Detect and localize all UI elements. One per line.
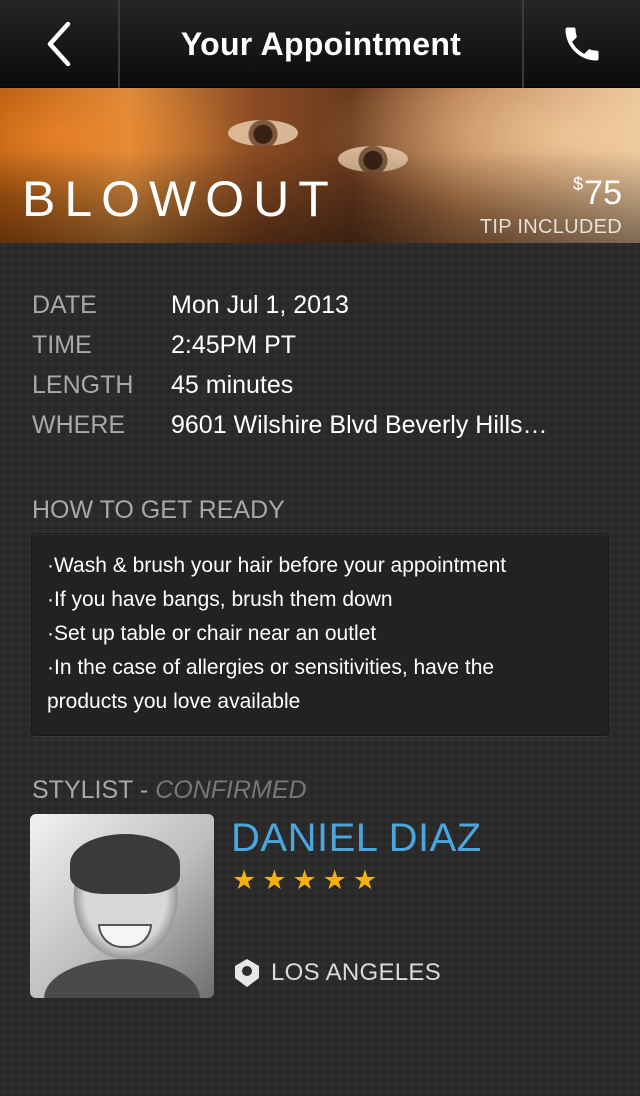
service-price: $75 xyxy=(573,174,622,213)
chevron-left-icon xyxy=(47,21,71,67)
detail-row-where[interactable]: WHERE 9601 Wilshire Blvd Beverly Hills… xyxy=(32,405,612,445)
service-name: BLOWOUT xyxy=(22,171,338,227)
price-currency: $ xyxy=(573,174,584,194)
address-link[interactable]: 9601 Wilshire Blvd Beverly Hills… xyxy=(171,411,548,440)
instruction-line: ·If you have bangs, brush them down xyxy=(47,588,393,611)
detail-row-length: LENGTH 45 minutes xyxy=(32,365,612,405)
avatar-detail xyxy=(98,924,152,948)
detail-value: Mon Jul 1, 2013 xyxy=(171,290,349,319)
star-icon: ★ xyxy=(352,865,378,895)
instruction-line: products you love available xyxy=(47,690,301,713)
get-ready-heading: HOW TO GET READY xyxy=(32,496,285,524)
detail-label: TIME xyxy=(32,330,92,359)
get-ready-box: ·Wash & brush your hair before your appo… xyxy=(31,533,609,736)
star-icon: ★ xyxy=(322,865,347,895)
instruction-line: ·Wash & brush your hair before your appo… xyxy=(47,554,507,577)
stylist-avatar[interactable] xyxy=(30,814,214,998)
page-title: Your Appointment xyxy=(180,25,462,62)
detail-row-time: TIME 2:45PM PT xyxy=(32,325,612,365)
detail-value: 2:45PM PT xyxy=(171,330,297,359)
detail-label: WHERE xyxy=(32,410,126,439)
stylist-location: LOS ANGELES xyxy=(233,958,441,988)
map-pin-icon xyxy=(235,959,259,987)
phone-icon xyxy=(565,27,599,61)
stylist-heading-label: STYLIST - xyxy=(32,776,156,804)
star-icon: ★ xyxy=(232,865,257,895)
instruction-line: ·In the case of allergies or sensitiviti… xyxy=(47,656,495,679)
back-button[interactable] xyxy=(0,0,120,88)
star-icon: ★ xyxy=(292,865,317,895)
service-banner: BLOWOUT $75 TIP INCLUDED xyxy=(0,88,640,243)
detail-row-date: DATE Mon Jul 1, 2013 xyxy=(32,285,612,325)
stylist-status: CONFIRMED xyxy=(155,776,307,804)
star-icon: ★ xyxy=(262,865,287,895)
tip-note: TIP INCLUDED xyxy=(479,216,622,238)
stylist-rating: ★ ★ ★ ★ ★ xyxy=(232,866,377,894)
location-label: LOS ANGELES xyxy=(271,959,442,986)
call-button[interactable] xyxy=(522,0,640,88)
instruction-line: ·Set up table or chair near an outlet xyxy=(47,622,377,645)
nav-bar: Your Appointment xyxy=(0,0,640,88)
detail-label: LENGTH xyxy=(32,370,134,399)
price-amount: 75 xyxy=(584,174,622,212)
detail-value: 45 minutes xyxy=(171,370,294,399)
detail-label: DATE xyxy=(32,290,97,319)
avatar-detail xyxy=(70,834,180,894)
stylist-name[interactable]: DANIEL DIAZ xyxy=(231,816,482,861)
stylist-heading: STYLIST - CONFIRMED xyxy=(32,776,307,805)
appointment-details: DATE Mon Jul 1, 2013 TIME 2:45PM PT LENG… xyxy=(32,285,612,445)
